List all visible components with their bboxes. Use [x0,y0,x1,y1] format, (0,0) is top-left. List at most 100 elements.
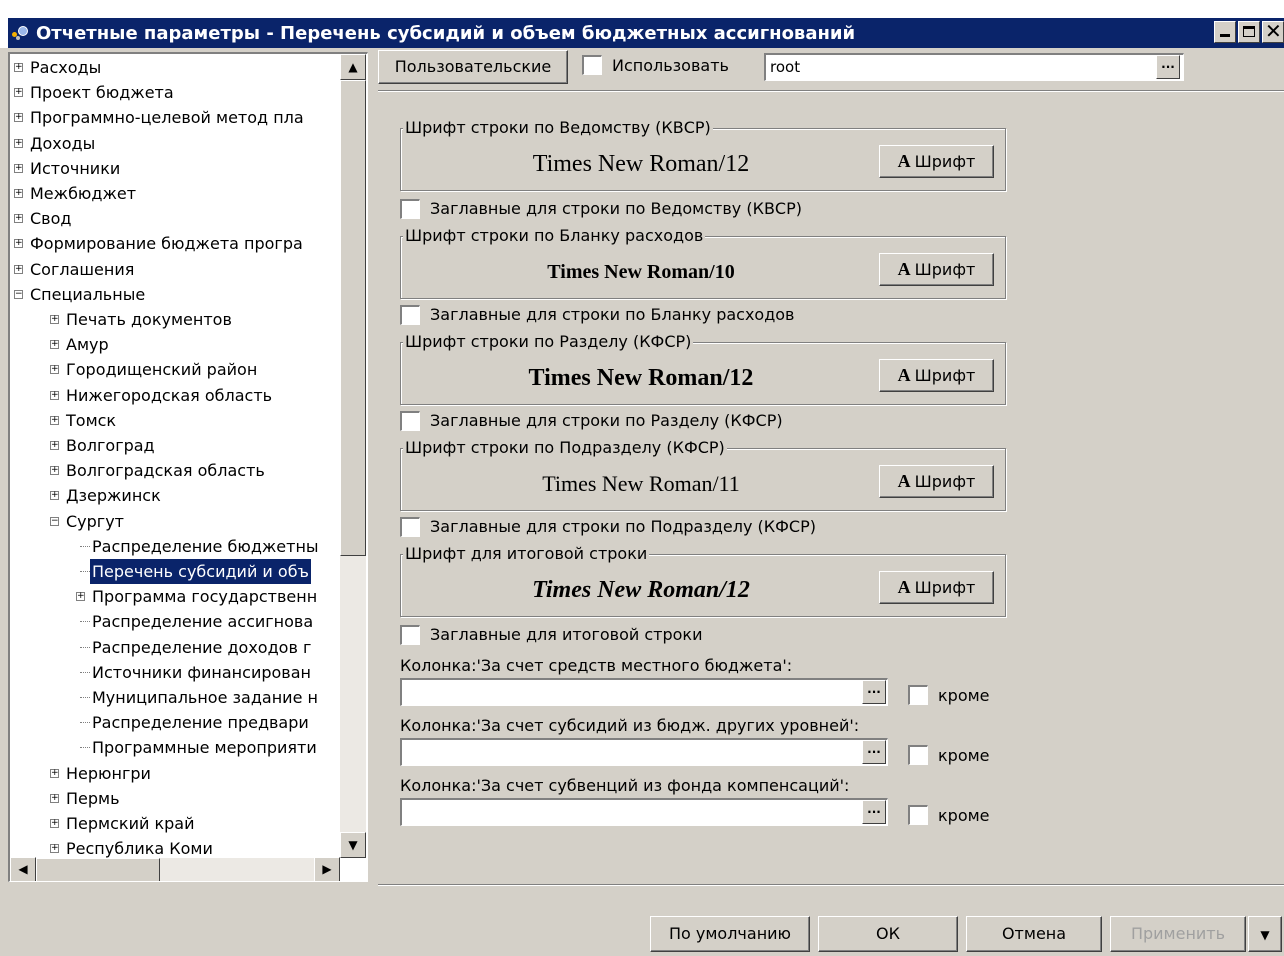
column-field-local[interactable] [400,678,888,706]
expand-icon[interactable]: + [14,138,23,148]
tree-item-label: Распределение предвари [92,713,309,733]
caps-checkbox-subkfsr[interactable] [400,517,420,537]
tree-connector [80,747,90,749]
tree-item-label: Городищенский район [66,360,258,380]
expand-icon[interactable]: + [50,365,59,375]
expand-icon[interactable]: + [50,466,59,476]
expand-icon[interactable]: + [50,390,59,400]
use-checkbox[interactable] [582,55,602,75]
tree-connector [80,646,90,648]
apply-dropdown-button[interactable]: ▼ [1248,916,1282,952]
expand-icon[interactable]: + [50,819,59,828]
font-button-label: Шрифт [914,472,976,491]
font-preview: Times New Roman/12 [532,577,750,603]
cancel-button[interactable]: Отмена [966,916,1102,952]
tree-item-label: Формирование бюджета програ [30,234,303,254]
except-checkbox-local[interactable] [908,685,928,705]
ok-button[interactable]: ОК [818,916,958,952]
column-select-button-local[interactable]: ... [862,680,886,704]
column-label-local: Колонка:'За счет средств местного бюджет… [400,656,793,675]
title-bar-inner[interactable]: Отчетные параметры - Перечень субсидий и… [8,18,1284,48]
tree-connector [80,621,90,623]
minimize-icon [1220,34,1230,37]
default-button[interactable]: По умолчанию [650,916,810,952]
apply-button[interactable]: Применить [1110,916,1246,952]
font-button[interactable]: A Шрифт [879,145,994,178]
caps-checkbox-blank[interactable] [400,305,420,325]
font-button[interactable]: A Шрифт [879,571,994,604]
font-button[interactable]: A Шрифт [879,465,994,498]
font-preview: Times New Roman/11 [542,471,740,496]
except-checkbox-subventions[interactable] [908,805,928,825]
tree-item-label: Источники финансирован [92,662,311,682]
caps-checkbox-total[interactable] [400,625,420,645]
tree-connector [80,571,90,572]
collapse-icon[interactable]: − [50,516,59,526]
close-icon: ✕ [1265,19,1282,43]
expand-icon[interactable]: + [14,264,23,274]
user-field[interactable]: root [764,53,1184,81]
horizontal-scroll-thumb[interactable] [36,858,160,881]
collapse-icon[interactable]: − [14,289,23,299]
tree-item-label: Волгоград [66,436,155,455]
column-select-button-subsidies[interactable]: ... [862,740,886,764]
minimize-button[interactable] [1214,21,1236,43]
arrow-left-icon: ◀ [18,862,28,876]
font-group-blank: Шрифт строки по Бланку расходов Times Ne… [400,226,1006,299]
user-select-button[interactable]: ... [1156,55,1180,79]
expand-icon[interactable]: + [14,113,23,123]
column-select-button-subventions[interactable]: ... [862,800,886,824]
caps-checkbox-kfsr[interactable] [400,411,420,431]
caps-label-blank: Заглавные для строки по Бланку расходов [430,305,795,324]
expand-icon[interactable]: + [50,844,59,854]
expand-icon[interactable]: + [50,768,59,778]
caps-label-kvsr: Заглавные для строки по Ведомству (КВСР) [430,199,802,218]
user-settings-button[interactable]: Пользовательские [378,50,568,84]
tree-horizontal-scrollbar[interactable]: ◀ ▶ [10,857,340,881]
ellipsis-icon: ... [867,682,881,696]
expand-icon[interactable]: + [14,163,23,173]
tree-item-label: Распределение доходов г [92,637,312,657]
scroll-left-button[interactable]: ◀ [10,857,36,881]
expand-icon[interactable]: + [50,415,59,425]
scroll-up-button[interactable]: ▲ [340,54,366,80]
tree-item-label: Распределение ассигнова [92,612,314,632]
expand-icon[interactable]: + [14,189,23,198]
column-field-subventions[interactable] [400,798,888,826]
close-button[interactable]: ✕ [1262,19,1284,43]
tree-item-label: Дзержинск [66,486,161,506]
tree-item-label: Программа государственн [92,587,318,607]
expand-icon[interactable]: + [50,441,59,450]
vertical-scroll-thumb[interactable] [340,80,366,556]
expand-icon[interactable]: + [50,340,59,350]
expand-icon[interactable]: + [14,214,23,224]
report-tree[interactable]: + Расходы + Проект бюджета + Программно-целев… [8,52,368,882]
font-button[interactable]: A Шрифт [879,359,994,392]
tree-vertical-scrollbar[interactable]: ▲ ▼ [340,54,366,858]
arrow-right-icon: ▶ [322,862,332,876]
maximize-icon [1243,26,1255,37]
title-bar: Отчетные параметры - Перечень субсидий и… [0,0,1284,48]
caps-checkbox-kvsr[interactable] [400,199,420,219]
expand-icon[interactable]: + [14,63,23,72]
font-a-icon: A [897,471,911,491]
font-button-label: Шрифт [914,366,976,385]
tree-connector [80,697,90,698]
expand-icon[interactable]: + [50,793,59,803]
scroll-right-button[interactable]: ▶ [314,857,340,881]
expand-icon[interactable]: + [76,592,85,602]
expand-icon[interactable]: + [14,239,23,249]
column-field-subsidies[interactable] [400,738,888,766]
font-a-icon: A [897,577,911,597]
font-button[interactable]: A Шрифт [879,253,994,286]
expand-icon[interactable]: + [50,315,59,324]
font-group-total: Шрифт для итоговой строки Times New Roma… [400,544,1006,617]
tree-item-label: Источники [30,158,121,178]
expand-icon[interactable]: + [14,88,23,98]
maximize-button[interactable] [1238,21,1260,43]
scroll-down-button[interactable]: ▼ [340,832,366,858]
tree-item-label: Свод [30,209,72,229]
font-preview: Times New Roman/12 [528,365,754,391]
expand-icon[interactable]: + [50,491,59,501]
except-checkbox-subsidies[interactable] [908,745,928,765]
